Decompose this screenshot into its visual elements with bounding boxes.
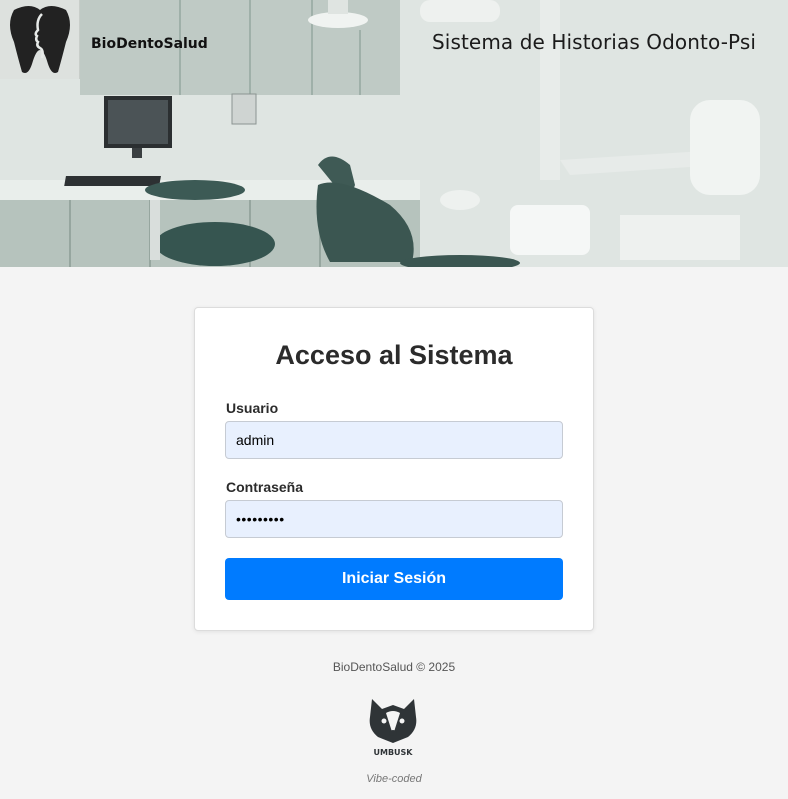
username-label: Usuario [226, 400, 279, 416]
umbusk-logo-text: UMBUSK [373, 748, 413, 757]
username-value: admin [236, 432, 275, 448]
password-label: Contraseña [226, 479, 304, 495]
username-input[interactable]: admin [225, 421, 563, 459]
brand-name: BioDentoSalud [91, 36, 208, 52]
login-title: Acceso al Sistema [275, 340, 513, 370]
password-input[interactable]: ••••••••• [225, 500, 563, 538]
login-card: Acceso al Sistema Usuario admin Contrase… [194, 307, 594, 631]
system-title: Sistema de Historias Odonto-Psi [432, 30, 756, 54]
tooth-profile-icon [0, 0, 79, 79]
dog-head-icon: UMBUSK [369, 699, 417, 757]
password-value: ••••••••• [236, 511, 285, 527]
footer-copyright: BioDentoSalud © 2025 [332, 660, 456, 674]
brand-logo [0, 0, 80, 79]
vibe-coded-tagline: Vibe-coded [366, 773, 422, 785]
login-button[interactable]: Iniciar Sesión [225, 558, 563, 600]
header-banner: BioDentoSalud Sistema de Historias Odont… [0, 0, 788, 267]
umbusk-logo: UMBUSK [366, 695, 420, 757]
